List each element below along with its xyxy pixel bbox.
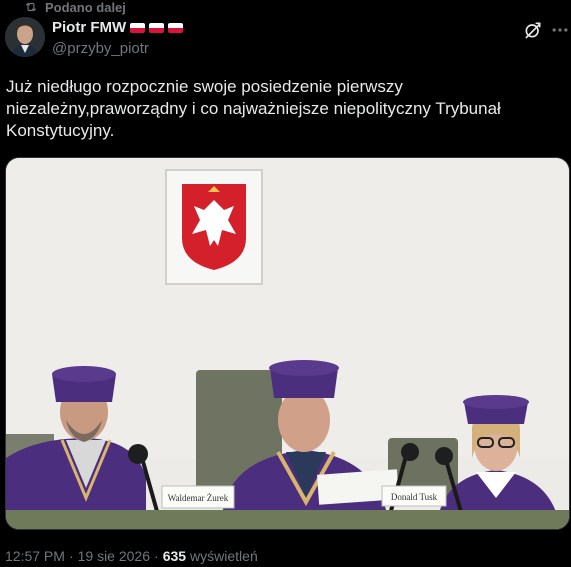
poland-flag-icon — [130, 22, 146, 33]
author-header: Piotr FMW @przyby_piotr — [52, 19, 184, 57]
tweet-meta: 12:57 PM · 19 sie 2026 · 635 wyświetleń — [5, 548, 258, 564]
polish-emblem — [165, 169, 263, 285]
repost-icon — [25, 2, 37, 12]
meta-separator: · — [68, 548, 74, 564]
tweet-date[interactable]: 19 sie 2026 — [78, 548, 150, 564]
poland-flag-icon — [168, 22, 184, 33]
more-icon — [552, 28, 568, 32]
repost-indicator[interactable]: Podano dalej — [24, 0, 126, 15]
more-button[interactable] — [550, 20, 570, 40]
nameplate-left: Waldemar Żurek — [161, 485, 235, 509]
author-handle[interactable]: @przyby_piotr — [52, 40, 183, 57]
poland-flag-icon — [149, 22, 165, 33]
grok-button[interactable] — [523, 20, 543, 40]
meta-separator: · — [154, 548, 159, 564]
views-label: wyświetleń — [190, 548, 258, 564]
grok-icon — [525, 22, 541, 39]
nameplate-left-text: Waldemar Żurek — [168, 493, 229, 503]
tweet-time[interactable]: 12:57 PM — [5, 548, 65, 564]
repost-label: Podano dalej — [45, 0, 126, 15]
avatar[interactable] — [5, 17, 45, 57]
author-display-name[interactable]: Piotr FMW — [52, 19, 126, 36]
views-count: 635 — [162, 548, 187, 564]
nameplate-center: Donald Tusk — [381, 485, 447, 507]
tweet-media-photo[interactable]: Waldemar Żurek Donald Tusk — [5, 157, 570, 530]
tweet-text: Już niedługo rozpocznie swoje posiedzeni… — [6, 77, 501, 140]
nameplate-center-text: Donald Tusk — [391, 492, 438, 502]
